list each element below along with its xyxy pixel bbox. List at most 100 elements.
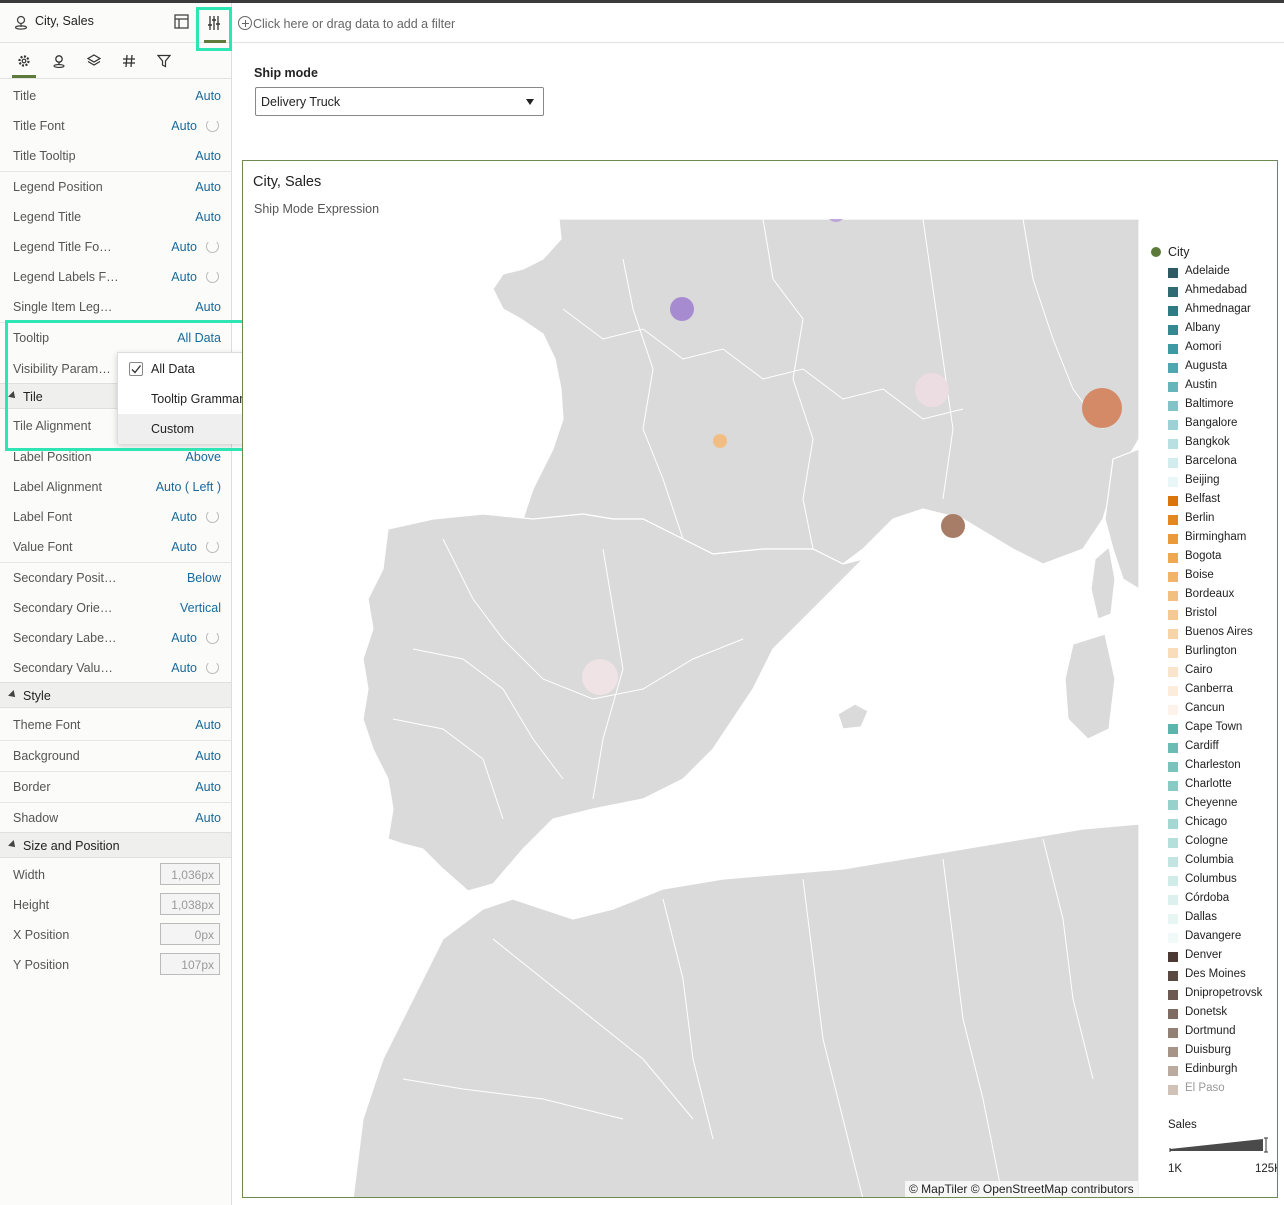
prop-value[interactable]: Auto <box>195 718 221 732</box>
tab-map[interactable] <box>47 54 71 78</box>
add-filter-icon[interactable] <box>238 16 252 30</box>
map-canvas[interactable] <box>243 219 1139 1198</box>
y-position-input[interactable]: 107px <box>160 953 220 975</box>
prop-value[interactable]: Auto <box>195 149 221 163</box>
reset-icon[interactable] <box>206 661 219 674</box>
prop-value[interactable]: Vertical <box>180 601 221 615</box>
filter-bar[interactable]: Click here or drag data to add a filter <box>233 3 1284 43</box>
prop-value[interactable]: Auto <box>195 811 221 825</box>
legend: City Adelaide Ahmedabad Ahmednagar Albany Ao… <box>1143 239 1277 1189</box>
prop-secondary-position[interactable]: Secondary Posit… Below <box>0 563 231 593</box>
prop-legend-title-font[interactable]: Legend Title Fo… Auto <box>0 232 231 262</box>
prop-height[interactable]: Height 1,038px <box>0 890 231 920</box>
section-style[interactable]: Style <box>0 682 231 708</box>
legend-swatch <box>1168 1028 1178 1038</box>
prop-value[interactable]: Auto <box>171 661 197 675</box>
legend-swatch <box>1168 382 1178 392</box>
legend-item-label: Ahmedabad <box>1185 284 1248 296</box>
city-bubble[interactable] <box>582 659 618 695</box>
reset-icon[interactable] <box>206 540 219 553</box>
prop-value[interactable]: Auto <box>195 210 221 224</box>
prop-value[interactable]: Auto <box>195 89 221 103</box>
prop-value[interactable]: Auto <box>171 270 197 284</box>
city-bubble[interactable] <box>670 297 694 321</box>
prop-value[interactable]: All Data <box>177 331 221 345</box>
prop-label: Label Alignment <box>13 480 102 494</box>
data-panel-icon[interactable] <box>174 14 189 29</box>
prop-x-position[interactable]: X Position 0px <box>0 920 231 950</box>
legend-item-label: Belfast <box>1185 493 1221 505</box>
legend-item-label: Aomori <box>1185 341 1222 353</box>
reset-icon[interactable] <box>206 240 219 253</box>
reset-icon[interactable] <box>206 631 219 644</box>
prop-value[interactable]: Auto <box>171 510 197 524</box>
ship-mode-select[interactable]: Delivery Truck <box>255 87 544 116</box>
prop-value[interactable]: Auto <box>195 749 221 763</box>
properties-toggle-button[interactable] <box>196 7 232 51</box>
prop-secondary-label-font[interactable]: Secondary Labe… Auto <box>0 623 231 653</box>
prop-single-item-legend[interactable]: Single Item Leg… Auto <box>0 292 231 322</box>
prop-value[interactable]: Auto <box>171 540 197 554</box>
map-attribution[interactable]: © MapTiler © OpenStreetMap contributors <box>905 1181 1138 1197</box>
active-indicator <box>204 40 226 43</box>
prop-label-font[interactable]: Label Font Auto <box>0 502 231 532</box>
reset-icon[interactable] <box>206 510 219 523</box>
prop-value-font[interactable]: Value Font Auto <box>0 532 231 562</box>
legend-swatch <box>1168 439 1178 449</box>
city-bubble[interactable] <box>1082 388 1122 428</box>
x-position-input[interactable]: 0px <box>160 923 220 945</box>
prop-shadow[interactable]: Shadow Auto <box>0 803 231 833</box>
properties-panel: City, Sales Title Auto Title Font Auto Tit… <box>0 3 232 1205</box>
legend-swatch <box>1168 325 1178 335</box>
prop-secondary-value-font[interactable]: Secondary Valu… Auto <box>0 653 231 683</box>
prop-secondary-orientation[interactable]: Secondary Orie… Vertical <box>0 593 231 623</box>
tab-number-format[interactable] <box>117 54 141 78</box>
section-size-position[interactable]: Size and Position <box>0 832 231 858</box>
tab-layers[interactable] <box>82 54 106 78</box>
tab-filters[interactable] <box>152 54 176 78</box>
map-visualization-tile[interactable]: City, Sales Ship Mode Expression © MapTi… <box>242 160 1278 1198</box>
tab-general[interactable] <box>12 54 36 78</box>
legend-title: City <box>1168 245 1190 259</box>
prop-title[interactable]: Title Auto <box>0 81 231 111</box>
legend-swatch <box>1168 610 1178 620</box>
reset-icon[interactable] <box>206 270 219 283</box>
prop-label: Height <box>13 898 50 912</box>
city-bubble[interactable] <box>713 434 727 448</box>
prop-value[interactable]: Above <box>186 450 221 464</box>
prop-legend-title[interactable]: Legend Title Auto <box>0 202 231 232</box>
prop-value[interactable]: Auto <box>171 631 197 645</box>
prop-label: Label Position <box>13 450 92 464</box>
prop-value[interactable]: Auto <box>195 780 221 794</box>
prop-label-alignment[interactable]: Label Alignment Auto ( Left ) <box>0 472 231 502</box>
width-input[interactable]: 1,036px <box>160 863 220 885</box>
prop-border[interactable]: Border Auto <box>0 772 231 802</box>
prop-tooltip[interactable]: Tooltip All Data <box>0 323 231 353</box>
legend-item-label: Cheyenne <box>1185 797 1238 809</box>
city-bubble[interactable] <box>915 373 949 407</box>
prop-width[interactable]: Width 1,036px <box>0 860 231 890</box>
prop-value[interactable]: Auto <box>195 300 221 314</box>
prop-background[interactable]: Background Auto <box>0 741 231 771</box>
prop-title-font[interactable]: Title Font Auto <box>0 111 231 141</box>
prop-value[interactable]: Auto <box>171 119 197 133</box>
prop-legend-position[interactable]: Legend Position Auto <box>0 172 231 202</box>
prop-value[interactable]: Auto ( Left ) <box>156 480 221 494</box>
filter-hint[interactable]: Click here or drag data to add a filter <box>253 17 455 31</box>
section-label: Tile <box>23 390 43 404</box>
prop-value[interactable]: Auto <box>195 180 221 194</box>
city-bubble[interactable] <box>941 514 965 538</box>
prop-value[interactable]: Auto <box>171 240 197 254</box>
prop-title-tooltip[interactable]: Title Tooltip Auto <box>0 141 231 171</box>
height-input[interactable]: 1,038px <box>160 893 220 915</box>
legend-item-label: Donetsk <box>1185 1006 1228 1018</box>
prop-label: Secondary Orie… <box>13 601 113 615</box>
reset-icon[interactable] <box>206 119 219 132</box>
legend-item-label: Buenos Aires <box>1185 626 1253 638</box>
prop-value[interactable]: Below <box>187 571 221 585</box>
prop-y-position[interactable]: Y Position 107px <box>0 950 231 980</box>
prop-theme-font[interactable]: Theme Font Auto <box>0 710 231 740</box>
prop-legend-labels-font[interactable]: Legend Labels F… Auto <box>0 262 231 292</box>
prop-label-position[interactable]: Label Position Above <box>0 442 231 472</box>
checkbox[interactable] <box>129 362 143 376</box>
